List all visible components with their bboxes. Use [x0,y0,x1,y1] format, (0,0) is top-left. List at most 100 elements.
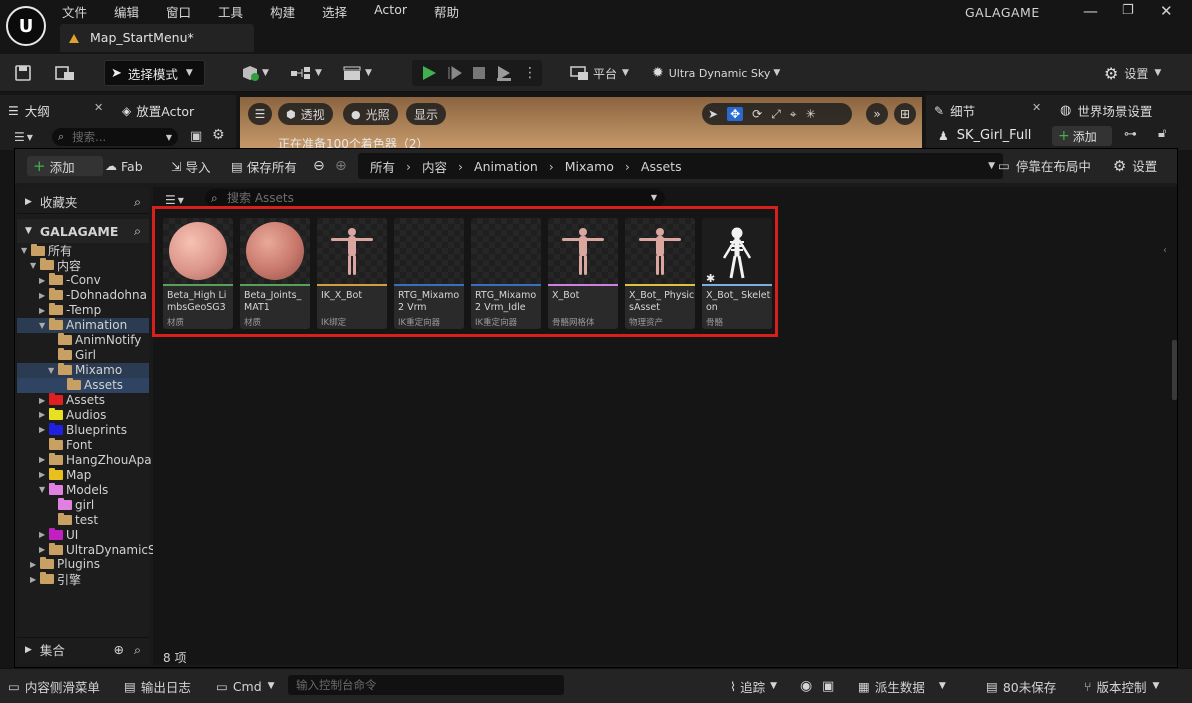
select-mode-dropdown[interactable]: ➤ 选择模式 ▼ [104,60,205,86]
outliner-close-icon[interactable]: ✕ [94,101,103,114]
rotate-icon[interactable]: ⟳ [752,107,762,121]
breadcrumb-animation[interactable]: Animation [474,159,538,174]
scrollbar[interactable] [1172,340,1177,400]
save-icon[interactable] [14,64,32,82]
tree-folder-item[interactable]: ▶ HangZhouApa [17,452,152,467]
details-close-icon[interactable]: ✕ [1032,101,1041,114]
breadcrumb-mixamo[interactable]: Mixamo [565,159,614,174]
sky-dropdown[interactable]: ✹ Ultra Dynamic Sky ▼ [652,60,780,86]
world-settings-tab[interactable]: ◍ 世界场景设置 [1060,101,1152,120]
project-section[interactable]: ▼ GALAGAME ⌕ [17,219,149,243]
collapse-arrow-icon[interactable]: ▼ [21,246,31,255]
history-back-icon[interactable]: ⊖ [313,156,325,176]
derived-data-button[interactable]: ▦ 派生数据 ▼ [858,676,946,696]
search-icon[interactable]: ⌕ [134,642,141,658]
output-log-button[interactable]: ▤ 输出日志 [124,676,191,696]
collapse-arrow-icon[interactable]: ▼ [30,261,40,270]
tree-folder-item[interactable]: ▶ Assets [17,393,149,408]
save-all-button[interactable]: ▤ 保存所有 [231,156,297,176]
tree-folder-item[interactable]: ▼ Mixamo [17,362,149,378]
cb-settings-gear-icon[interactable]: ⚙ [1113,157,1126,175]
expand-arrow-icon[interactable]: ▶ [39,545,49,554]
tree-folder-item[interactable]: ▶ 引擎 [17,572,149,587]
breadcrumb-assets[interactable]: Assets [641,159,682,174]
tree-folder-item[interactable]: Girl [17,348,149,363]
add-collection-icon[interactable]: ⊕ [114,642,124,657]
blueprint-hierarchy-icon[interactable]: ⊶ [1124,127,1137,142]
tab-map[interactable]: Map_StartMenu* [60,24,254,52]
collapse-arrow-icon[interactable]: ▼ [48,366,58,375]
outliner-filter-button[interactable]: ☰ ▼ [14,130,33,144]
viewport-menu-button[interactable]: ☰ [248,103,272,125]
tree-folder-item[interactable]: ▼ 内容 [17,258,149,273]
search-icon[interactable]: ⌕ [134,194,141,210]
content-folder-icon[interactable] [54,64,76,82]
tree-folder-item[interactable]: Font [17,437,149,452]
tree-folder-item[interactable]: girl [17,497,149,512]
surface-snap-icon[interactable]: ✳ [806,107,816,121]
cb-add-button[interactable]: + 添加 [27,156,103,176]
details-add-button[interactable]: + 添加 [1052,126,1112,146]
menu-build[interactable]: 构建 [270,2,295,20]
tree-folder-item[interactable]: ▼ Animation [17,317,149,333]
tree-folder-item[interactable]: Assets [17,377,149,393]
stop-icon[interactable] [472,66,486,80]
tree-folder-item[interactable]: ▼ 所有 [17,243,149,258]
asset-search-input[interactable]: ⌕ 搜索 Assets ▼ [205,189,665,207]
minimize-icon[interactable]: — [1083,2,1098,20]
outliner-tab[interactable]: ☰ 大纲 [8,101,50,120]
expand-arrow-icon[interactable]: ▶ [39,291,49,300]
unreal-logo-icon[interactable]: U [6,6,46,46]
details-tab[interactable]: ✎ 细节 [934,101,975,120]
tree-folder-item[interactable]: test [17,512,149,527]
expand-arrow-icon[interactable]: ▶ [39,530,49,539]
tree-folder-item[interactable]: ▶ Map [17,467,149,482]
tree-folder-item[interactable]: AnimNotify [17,333,149,348]
menu-help[interactable]: 帮助 [434,2,459,20]
new-folder-icon[interactable]: ▣ [190,129,202,144]
expand-arrow-icon[interactable]: ▶ [39,276,49,285]
fab-button[interactable]: ☁ Fab [105,156,143,176]
menu-actor[interactable]: Actor [374,2,407,20]
scale-icon[interactable]: ⤢ [771,107,781,122]
tree-folder-item[interactable]: ▶ UltraDynamicS [17,542,156,557]
restore-icon[interactable]: ❐ [1122,3,1134,18]
outliner-search-input[interactable]: ⌕ 搜索... ▼ [52,128,178,146]
add-actor-quick-button[interactable]: ▼ [240,60,269,86]
layout-grid-icon[interactable]: ⊞ [894,103,916,125]
console-command-input[interactable]: 输入控制台命令 [288,675,564,695]
more-options-icon[interactable]: ⋮ [523,65,537,81]
tree-folder-item[interactable]: ▶ -Conv [17,273,149,288]
outliner-settings-gear-icon[interactable]: ⚙ [212,127,225,143]
expand-arrow-icon[interactable]: ▶ [30,560,40,569]
trace-dropdown[interactable]: ⌇ 追踪 ▼ [730,676,777,696]
collections-section[interactable]: ▶ 集合 ⊕ ⌕ [17,637,149,661]
tree-folder-item[interactable]: ▶ -Temp [17,303,149,318]
source-control-button[interactable]: ⑂ 版本控制 ▼ [1084,676,1159,696]
blueprint-button[interactable]: ▼ [290,60,322,86]
lock-icon[interactable]: 🔓︎ [1158,126,1166,141]
cmd-dropdown[interactable]: ▭ Cmd ▼ [216,676,275,696]
more-viewport-icon[interactable]: » [866,103,888,125]
expand-arrow-icon[interactable]: ▶ [39,470,49,479]
content-drawer-button[interactable]: ▭ 内容侧滑菜单 [8,676,100,696]
breadcrumb-all[interactable]: 所有 [370,157,395,176]
platform-dropdown[interactable]: 平台 ▼ [570,60,629,86]
place-actor-tab[interactable]: ◈ 放置Actor [122,101,194,120]
tree-folder-item[interactable]: ▶ Plugins [17,557,149,572]
tree-folder-item[interactable]: ▶ Blueprints [17,422,149,437]
record-icon[interactable]: ◉ [800,676,812,696]
expand-arrow-icon[interactable]: ▶ [39,455,49,464]
menu-edit[interactable]: 编辑 [114,2,139,20]
select-arrow-icon[interactable]: ➤ [708,107,718,121]
cinematics-button[interactable]: ▼ [342,60,372,86]
import-button[interactable]: ⇲ 导入 [171,156,211,176]
dock-in-layout-button[interactable]: ▭ 停靠在布局中 ⚙ 设置 [998,156,1157,175]
menu-tools[interactable]: 工具 [218,2,243,20]
breadcrumb-content[interactable]: 内容 [422,157,447,176]
eject-icon[interactable] [495,64,513,82]
step-icon[interactable] [447,65,463,81]
collapse-arrow-icon[interactable]: ▼ [39,485,49,494]
history-forward-icon[interactable]: ⊕ [335,156,347,176]
expand-arrow-icon[interactable]: ▶ [39,306,49,315]
